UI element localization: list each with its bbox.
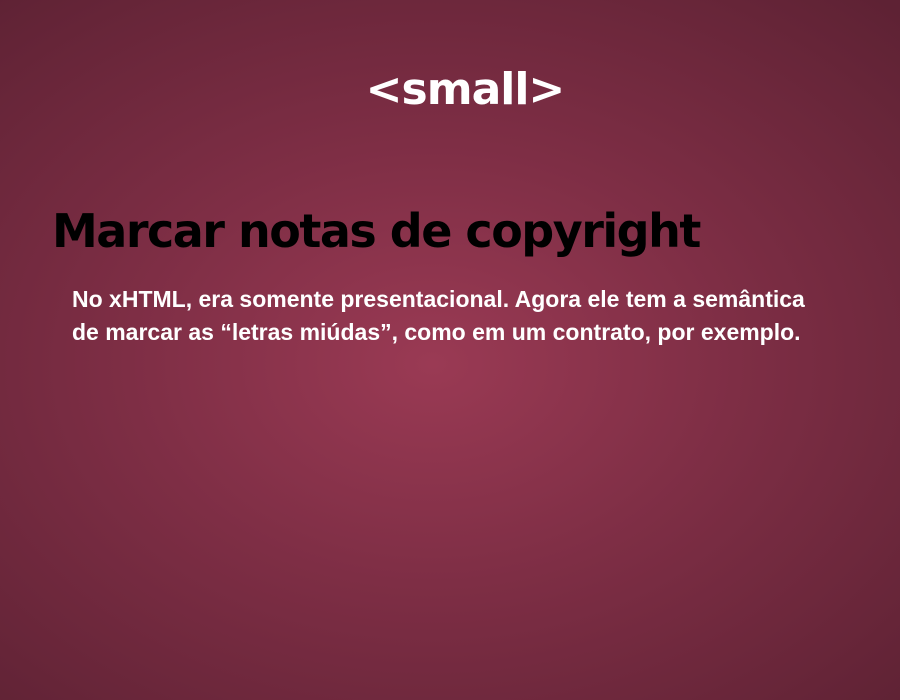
slide-heading: Marcar notas de copyright	[52, 204, 701, 258]
slide-tag-title: <small>	[365, 64, 566, 115]
slide-body-text: No xHTML, era somente presentacional. Ag…	[72, 286, 805, 345]
